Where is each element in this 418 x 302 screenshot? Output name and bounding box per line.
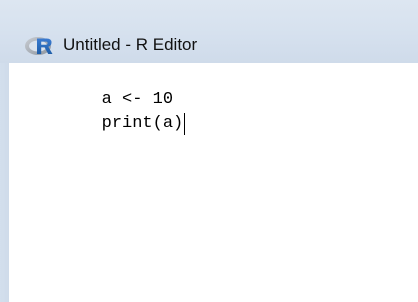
code-line-text: print(a) [101,114,184,133]
code-editor[interactable]: a <- 10 print(a) [9,63,418,302]
r-logo-icon [25,37,53,55]
title-bar[interactable]: Untitled - R Editor [0,0,418,63]
r-editor-window: Untitled - R Editor a <- 10 print(a) [0,0,418,302]
editor-frame: a <- 10 print(a) [0,63,418,302]
window-title: Untitled - R Editor [63,35,198,54]
window-left-border [0,63,9,302]
text-cursor [184,113,186,135]
code-line[interactable]: print(a) [20,91,186,157]
